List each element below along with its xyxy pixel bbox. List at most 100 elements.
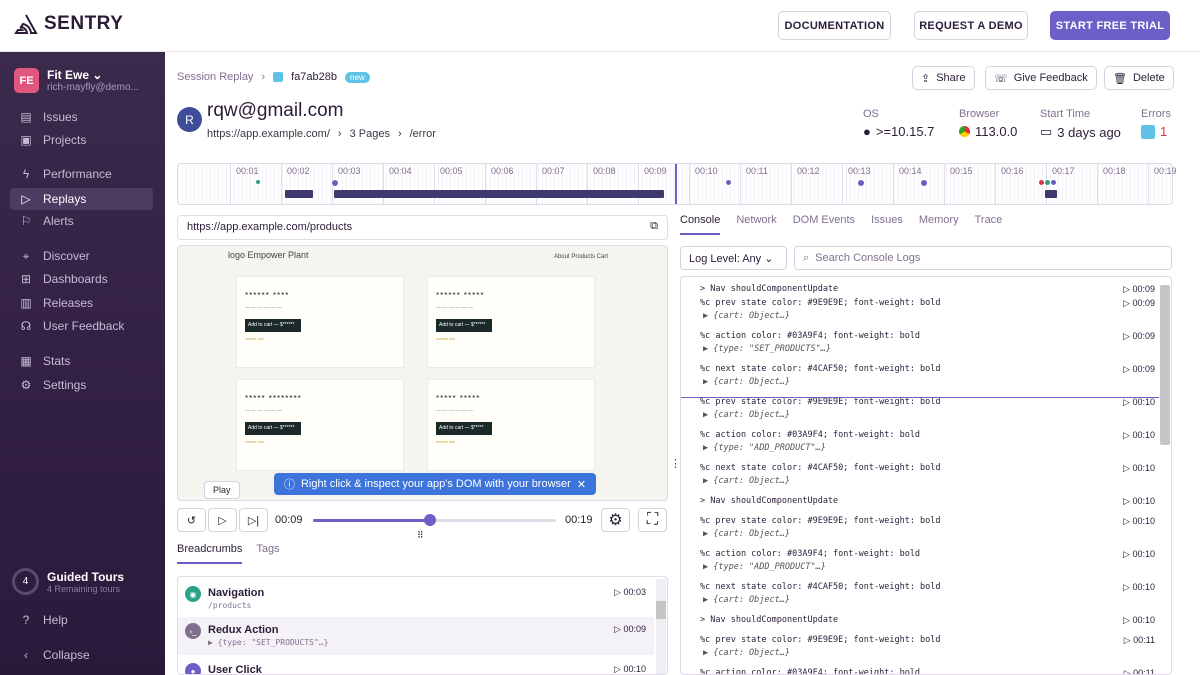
console-time[interactable]: ▷ 00:10	[1123, 463, 1155, 474]
rewind-10-button[interactable]: ↺	[177, 508, 206, 532]
errors-value[interactable]: 1	[1160, 124, 1167, 139]
sentry-logo[interactable]: SENTRY	[14, 13, 123, 35]
console-object[interactable]: ▶ {cart: Object…}	[703, 377, 790, 387]
stats-icon: ▦	[20, 354, 32, 368]
telescope-icon: ⌖	[22, 248, 30, 263]
documentation-button[interactable]: DOCUMENTATION	[778, 11, 891, 40]
sidebar-item-issues[interactable]: ▤ Issues	[10, 106, 153, 128]
breadcrumb-time[interactable]: ▷ 00:03	[614, 587, 646, 598]
timeline-event-dot[interactable]	[725, 179, 732, 186]
sidebar-item-projects[interactable]: ▣ Projects	[10, 129, 153, 151]
sidebar-item-alerts[interactable]: ⚐ Alerts	[10, 210, 153, 232]
timeline-event-dot[interactable]	[255, 179, 261, 185]
collapse-button[interactable]: ‹ Collapse	[10, 644, 153, 666]
resize-handle-icon[interactable]: ⠿	[417, 530, 424, 541]
breadcrumb-item[interactable]: ◉ Navigation/products ▷ 00:03	[178, 580, 654, 618]
sidebar-item-performance[interactable]: ϟ Performance	[10, 163, 153, 185]
tab-trace[interactable]: Trace	[975, 214, 1003, 235]
console-time[interactable]: ▷ 00:10	[1123, 397, 1155, 408]
replay-player[interactable]: logo Empower Plant About Products Cart **…	[177, 245, 668, 501]
console-object[interactable]: ▶ {cart: Object…}	[703, 529, 790, 539]
add-to-cart-button: Add to cart — $******	[245, 422, 301, 435]
sidebar-item-settings[interactable]: ⚙ Settings	[10, 374, 153, 396]
sidebar-item-replays[interactable]: ▷ Replays	[10, 188, 153, 210]
sidebar-item-discover[interactable]: ⌖ Discover	[10, 245, 153, 267]
breadcrumb-item[interactable]: ›_ Redux Action ▶ {type: "SET_PRODUCTS"…} ▷…	[178, 617, 654, 655]
console-object[interactable]: ▶ {type: "SET_PRODUCTS"…}	[703, 344, 831, 354]
console-object[interactable]: ▶ {cart: Object…}	[703, 476, 790, 486]
sidebar-item-user-feedback[interactable]: ☊ User Feedback	[10, 315, 153, 337]
console-object[interactable]: ▶ {type: "ADD_PRODUCT"…}	[703, 562, 826, 572]
console-time[interactable]: ▷ 00:11	[1124, 635, 1155, 646]
scrollbar[interactable]	[656, 579, 666, 674]
tab-dom-events[interactable]: DOM Events	[793, 214, 855, 235]
console-time[interactable]: ▷ 00:10	[1123, 516, 1155, 527]
console-object[interactable]: ▶ {cart: Object…}	[703, 595, 790, 605]
console-object[interactable]: ▶ {cart: Object…}	[703, 648, 790, 658]
console-time[interactable]: ▷ 00:10	[1123, 582, 1155, 593]
console-time[interactable]: ▷ 00:10	[1123, 430, 1155, 441]
timeline-event-dot[interactable]	[1050, 179, 1057, 186]
fullscreen-button[interactable]: ⛶	[638, 508, 667, 532]
console-object[interactable]: ▶ {cart: Object…}	[703, 410, 790, 420]
console-time[interactable]: ▷ 00:10	[1123, 549, 1155, 560]
player-url-bar[interactable]: https://app.example.com/products ⧉	[177, 215, 668, 240]
console-search-input[interactable]: ⌕ Search Console Logs	[794, 246, 1172, 270]
sidebar-item-label: Settings	[43, 378, 87, 392]
console-time[interactable]: ▷ 00:09	[1123, 298, 1155, 309]
timeline-event-dot[interactable]	[331, 179, 339, 187]
console-object[interactable]: ▶ {cart: Object…}	[703, 311, 790, 321]
console-time[interactable]: ▷ 00:09	[1123, 284, 1155, 295]
sidebar-item-dashboards[interactable]: ⊞ Dashboards	[10, 268, 153, 290]
settings-button[interactable]: ⚙	[601, 508, 630, 532]
console-time[interactable]: ▷ 00:11	[1124, 668, 1155, 674]
org-switcher[interactable]: FE Fit Ewe ⌄ rich-mayfly@demo...	[14, 68, 139, 93]
copy-icon[interactable]: ⧉	[650, 220, 658, 233]
log-level-select[interactable]: Log Level: Any ⌄	[680, 246, 787, 270]
tab-issues[interactable]: Issues	[871, 214, 903, 235]
console-time[interactable]: ▷ 00:10	[1123, 615, 1155, 626]
console-message: %c action color: #03A9F4; font-weight: b…	[700, 668, 921, 675]
error-project-icon	[1141, 124, 1155, 139]
site-nav: About Products Cart	[553, 254, 608, 260]
sidebar-item-help[interactable]: ? Help	[10, 609, 153, 631]
next-event-button[interactable]: ▷|	[239, 508, 268, 532]
crumb-session-replay[interactable]: Session Replay	[177, 71, 253, 83]
console-time[interactable]: ▷ 00:10	[1123, 496, 1155, 507]
console-time[interactable]: ▷ 00:09	[1123, 331, 1155, 342]
delete-button[interactable]: 🗑 Delete	[1104, 66, 1174, 90]
chevron-right-icon: ›	[397, 128, 402, 140]
guided-tours[interactable]: 4 Guided Tours 4 Remaining tours	[12, 568, 124, 595]
url-path: /error	[409, 128, 436, 140]
share-button[interactable]: ⇪ Share	[912, 66, 975, 90]
timeline-cursor[interactable]	[675, 164, 677, 204]
console-object[interactable]: ▶ {type: "ADD_PRODUCT"…}	[703, 443, 826, 453]
product-rating: ****** ***	[245, 338, 264, 344]
timeline-event-dot[interactable]	[857, 179, 865, 187]
play-button[interactable]: ▷	[208, 508, 237, 532]
breadcrumb-detail: ▶ {type: "SET_PRODUCTS"…}	[208, 638, 329, 647]
close-icon[interactable]: ✕	[577, 478, 586, 491]
request-demo-button[interactable]: REQUEST A DEMO	[914, 11, 1028, 40]
tab-network[interactable]: Network	[736, 214, 776, 235]
replay-timeline[interactable]: 00:01 00:02 00:03 00:04 00:05 00:06 00:07 00:08…	[177, 163, 1177, 205]
console-scrollbar[interactable]	[1160, 285, 1170, 445]
sidebar-item-releases[interactable]: ▥ Releases	[10, 292, 153, 314]
timeline-event-dot[interactable]	[920, 179, 928, 187]
tab-tags[interactable]: Tags	[256, 543, 279, 564]
tab-memory[interactable]: Memory	[919, 214, 959, 235]
start-trial-button[interactable]: START FREE TRIAL	[1050, 11, 1170, 40]
breadcrumb-item[interactable]: ● User Click ▷ 00:10	[178, 657, 654, 674]
pages-count[interactable]: 3 Pages	[350, 128, 390, 140]
sidebar-item-label: User Feedback	[43, 319, 125, 333]
replay-url[interactable]: https://app.example.com/	[207, 128, 330, 140]
breadcrumb-time[interactable]: ▷ 00:09	[614, 624, 646, 635]
tab-breadcrumbs[interactable]: Breadcrumbs	[177, 543, 243, 564]
tab-console[interactable]: Console	[680, 214, 721, 235]
scrubber-handle[interactable]	[423, 514, 436, 526]
sidebar-item-stats[interactable]: ▦ Stats	[10, 350, 153, 372]
console-message: > Nav shouldComponentUpdate	[700, 284, 839, 294]
give-feedback-button[interactable]: ☏ Give Feedback	[985, 66, 1097, 90]
breadcrumb-time[interactable]: ▷ 00:10	[614, 664, 646, 674]
console-time[interactable]: ▷ 00:09	[1123, 364, 1155, 375]
